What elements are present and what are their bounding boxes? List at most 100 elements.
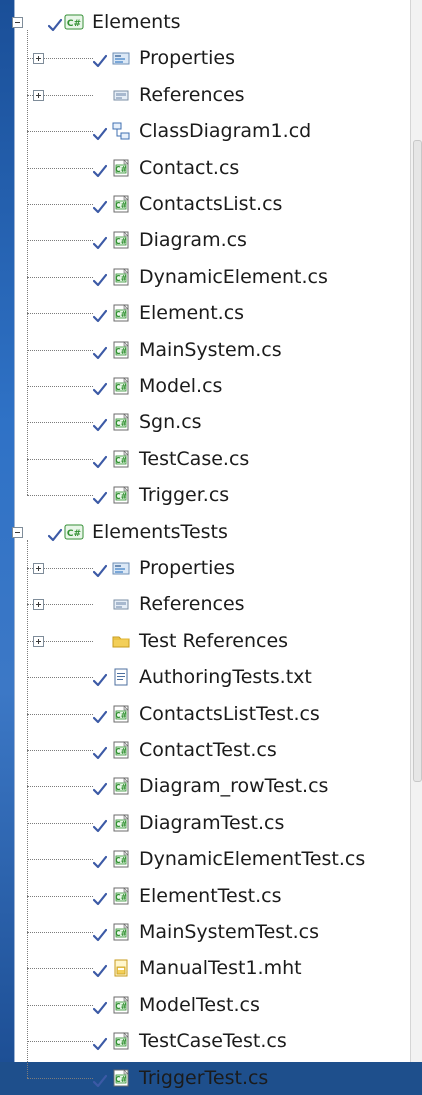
- expand-icon[interactable]: [33, 636, 44, 647]
- tree-node-item[interactable]: C# MainSystem.cs: [15, 334, 411, 367]
- csharp-file-icon: C#: [111, 740, 131, 760]
- tree-node-project[interactable]: C# ElementsTests: [12, 516, 411, 549]
- tree-node-label: ContactTest.cs: [139, 739, 277, 761]
- svg-text:C#: C#: [67, 19, 81, 29]
- csharp-project-icon: C#: [64, 522, 84, 542]
- tree-node-label: ContactsList.cs: [139, 193, 283, 215]
- tree-node-item[interactable]: C# ContactsList.cs: [15, 188, 411, 221]
- expand-icon[interactable]: [33, 599, 44, 610]
- expand-icon[interactable]: [33, 53, 44, 64]
- tree-node-label: Properties: [139, 557, 236, 579]
- tree-node-item[interactable]: References: [15, 79, 411, 112]
- tree-node-item[interactable]: ClassDiagram1.cd: [15, 115, 411, 148]
- tree-node-item[interactable]: C# ElementTest.cs: [15, 880, 411, 913]
- checked-in-icon: [92, 961, 108, 978]
- tree-node-item[interactable]: ManualTest1.mht: [15, 952, 411, 985]
- tree-connector-line: [27, 932, 93, 933]
- csharp-file-icon: C#: [111, 922, 131, 942]
- tree-node-label: Properties: [139, 47, 236, 69]
- tree-node-item[interactable]: C# ContactTest.cs: [15, 734, 411, 767]
- tree-node-item[interactable]: C# DiagramTest.cs: [15, 807, 411, 840]
- tree-node-project[interactable]: C# Elements: [12, 6, 411, 39]
- tree-node-label: Trigger.cs: [139, 484, 230, 506]
- tree-node-item[interactable]: C# ContactsListTest.cs: [15, 698, 411, 731]
- checked-in-icon: [92, 51, 108, 68]
- tree-node-item[interactable]: C# Element.cs: [15, 297, 411, 330]
- tree-node-item[interactable]: C# TestCase.cs: [15, 443, 411, 476]
- checked-in-icon: [92, 816, 108, 833]
- checked-in-icon: [92, 998, 108, 1015]
- scrollbar-thumb[interactable]: [413, 140, 422, 782]
- folder-icon: [111, 631, 131, 651]
- csharp-file-icon: C#: [111, 813, 131, 833]
- tree-node-label: AuthoringTests.txt: [139, 666, 312, 688]
- tree-connector-line: [27, 968, 93, 969]
- collapse-icon[interactable]: [12, 527, 23, 538]
- tree-node-label: Test References: [139, 630, 289, 652]
- tree-node-label: TriggerTest.cs: [139, 1067, 269, 1089]
- csharp-file-icon: C#: [111, 376, 131, 396]
- tree-connector-line: [27, 1005, 93, 1006]
- checked-in-icon: [92, 452, 108, 469]
- tree-node-item[interactable]: References: [15, 588, 411, 621]
- tree-node-item[interactable]: C# TriggerTest.cs: [15, 1062, 411, 1095]
- svg-text:C#: C#: [115, 1075, 127, 1084]
- expand-icon[interactable]: [33, 90, 44, 101]
- solution-explorer-tree[interactable]: C# Elements Properties References ClassD…: [12, 0, 411, 1089]
- references-icon: [111, 85, 131, 105]
- tree-node-item[interactable]: C# Diagram_rowTest.cs: [15, 770, 411, 803]
- tree-node-item[interactable]: C# Trigger.cs: [15, 479, 411, 512]
- tree-node-item[interactable]: Properties: [15, 552, 411, 585]
- tree-node-label: TestCaseTest.cs: [139, 1030, 287, 1052]
- tree-node-item[interactable]: C# TestCaseTest.cs: [15, 1025, 411, 1058]
- checked-in-icon: [47, 15, 63, 32]
- tree-node-item[interactable]: C# DynamicElementTest.cs: [15, 843, 411, 876]
- tree-node-item[interactable]: Properties: [15, 42, 411, 75]
- tree-node-label: ManualTest1.mht: [139, 957, 302, 979]
- tree-connector-line: [27, 350, 93, 351]
- tree-node-label: ModelTest.cs: [139, 994, 260, 1016]
- csharp-file-icon: C#: [111, 449, 131, 469]
- tree-node-item[interactable]: C# Model.cs: [15, 370, 411, 403]
- checked-in-icon: [92, 124, 108, 141]
- csharp-file-icon: C#: [111, 412, 131, 432]
- expand-icon[interactable]: [33, 563, 44, 574]
- svg-text:C#: C#: [115, 383, 127, 392]
- checked-in-icon: [92, 306, 108, 323]
- svg-text:C#: C#: [115, 856, 127, 865]
- tree-node-label: TestCase.cs: [139, 448, 250, 470]
- tree-node-item[interactable]: C# MainSystemTest.cs: [15, 916, 411, 949]
- tree-node-label: ClassDiagram1.cd: [139, 120, 312, 142]
- tree-node-item[interactable]: C# Diagram.cs: [15, 224, 411, 257]
- csharp-file-icon: C#: [111, 230, 131, 250]
- tree-node-label: Diagram_rowTest.cs: [139, 775, 329, 797]
- tree-node-label: References: [139, 84, 245, 106]
- svg-text:C#: C#: [115, 492, 127, 501]
- tree-connector-line: [27, 750, 93, 751]
- csharp-file-icon: C#: [111, 158, 131, 178]
- tree-node-item[interactable]: C# Contact.cs: [15, 152, 411, 185]
- tree-connector-line: [27, 1041, 93, 1042]
- checked-in-icon: [92, 852, 108, 869]
- tree-node-item[interactable]: C# DynamicElement.cs: [15, 261, 411, 294]
- tree-guide-line: [27, 30, 28, 495]
- checked-in-icon: [92, 415, 108, 432]
- csharp-file-icon: C#: [111, 849, 131, 869]
- tree-node-item[interactable]: AuthoringTests.txt: [15, 661, 411, 694]
- checked-in-icon: [92, 561, 108, 578]
- tree-connector-line: [27, 896, 93, 897]
- svg-text:C#: C#: [115, 1038, 127, 1047]
- svg-text:C#: C#: [115, 711, 127, 720]
- mht-file-icon: [111, 958, 131, 978]
- tree-connector-line: [27, 859, 93, 860]
- tree-node-item[interactable]: C# Sgn.cs: [15, 406, 411, 439]
- tree-node-label: Model.cs: [139, 375, 223, 397]
- checked-in-icon: [92, 161, 108, 178]
- collapse-icon[interactable]: [12, 17, 23, 28]
- tree-node-item[interactable]: Test References: [15, 625, 411, 658]
- checked-in-icon: [92, 925, 108, 942]
- tree-node-item[interactable]: C# ModelTest.cs: [15, 989, 411, 1022]
- tree-connector-line: [27, 459, 93, 460]
- csharp-file-icon: C#: [111, 1068, 131, 1088]
- svg-text:C#: C#: [115, 419, 127, 428]
